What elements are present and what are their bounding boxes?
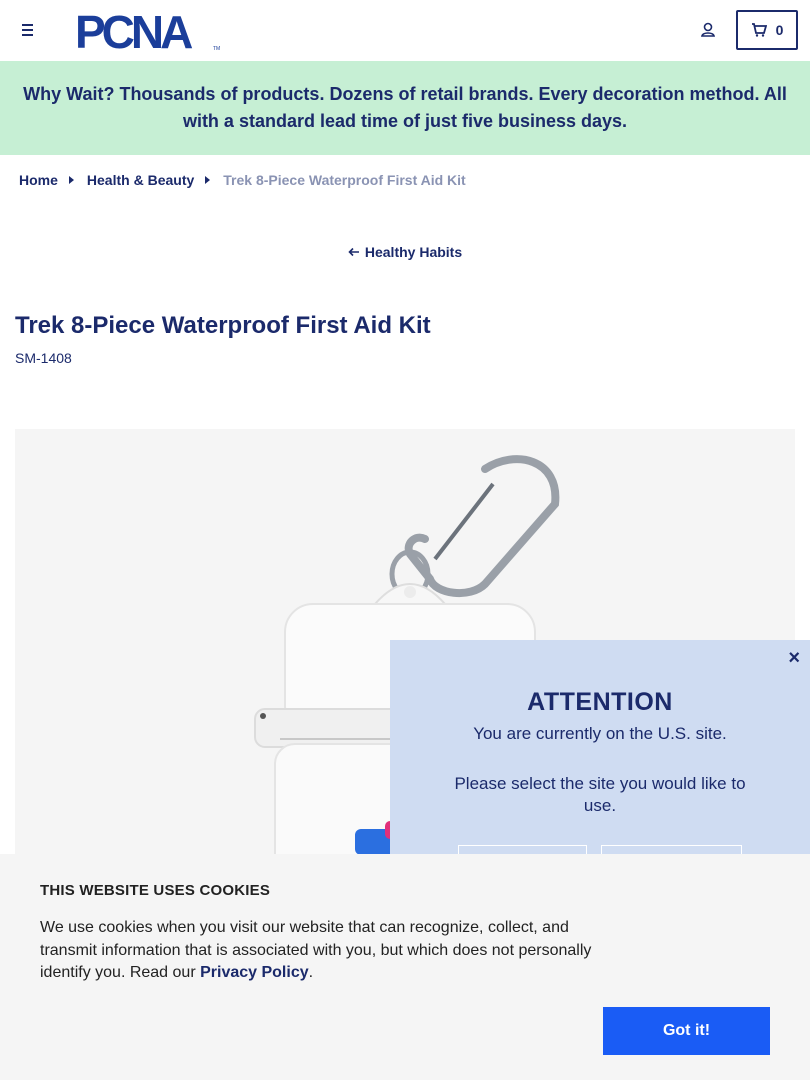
cookie-text-body: We use cookies when you visit our websit… bbox=[40, 919, 592, 981]
product-sku: SM-1408 bbox=[15, 350, 72, 366]
user-icon[interactable] bbox=[697, 18, 719, 42]
site-header: PCNA TM 0 bbox=[0, 0, 810, 61]
pcna-logo[interactable]: PCNA TM bbox=[75, 10, 225, 52]
promo-banner-text: Why Wait? Thousands of products. Dozens … bbox=[23, 84, 787, 131]
back-link-row: Healthy Habits bbox=[0, 244, 810, 260]
site-selector-modal: × ATTENTION You are currently on the U.S… bbox=[390, 640, 810, 885]
arrow-left-icon bbox=[348, 247, 359, 257]
got-it-button[interactable]: Got it! bbox=[603, 1007, 770, 1055]
chevron-right-icon bbox=[68, 176, 74, 184]
back-link-label: Healthy Habits bbox=[364, 244, 463, 260]
cookie-text-end: . bbox=[308, 964, 314, 981]
modal-title: ATTENTION bbox=[527, 688, 673, 716]
cookie-text: We use cookies when you visit our websit… bbox=[40, 917, 610, 985]
breadcrumb-home[interactable]: Home bbox=[19, 172, 58, 188]
menu-icon[interactable] bbox=[18, 20, 40, 40]
breadcrumb-current: Trek 8-Piece Waterproof First Aid Kit bbox=[223, 172, 466, 188]
cookie-title: THIS WEBSITE USES COOKIES bbox=[40, 882, 271, 899]
product-title: Trek 8-Piece Waterproof First Aid Kit bbox=[15, 312, 431, 339]
svg-text:TM: TM bbox=[213, 46, 220, 52]
cookie-banner: THIS WEBSITE USES COOKIES We use cookies… bbox=[0, 854, 810, 1080]
close-icon[interactable]: × bbox=[788, 648, 800, 668]
cart-icon bbox=[751, 23, 767, 37]
modal-select-site-text: Please select the site you would like to… bbox=[454, 774, 746, 815]
svg-text:PCNA: PCNA bbox=[75, 10, 192, 52]
chevron-right-icon bbox=[205, 176, 211, 184]
modal-current-site-text: You are currently on the U.S. site. bbox=[473, 724, 727, 743]
promo-banner: Why Wait? Thousands of products. Dozens … bbox=[0, 61, 810, 155]
cart-count: 0 bbox=[775, 22, 784, 38]
breadcrumb: Home Health & Beauty Trek 8-Piece Waterp… bbox=[19, 172, 466, 188]
back-link[interactable]: Healthy Habits bbox=[348, 244, 462, 260]
privacy-policy-link[interactable]: Privacy Policy bbox=[200, 964, 309, 981]
breadcrumb-category[interactable]: Health & Beauty bbox=[87, 172, 194, 188]
cart-button[interactable]: 0 bbox=[736, 10, 798, 50]
